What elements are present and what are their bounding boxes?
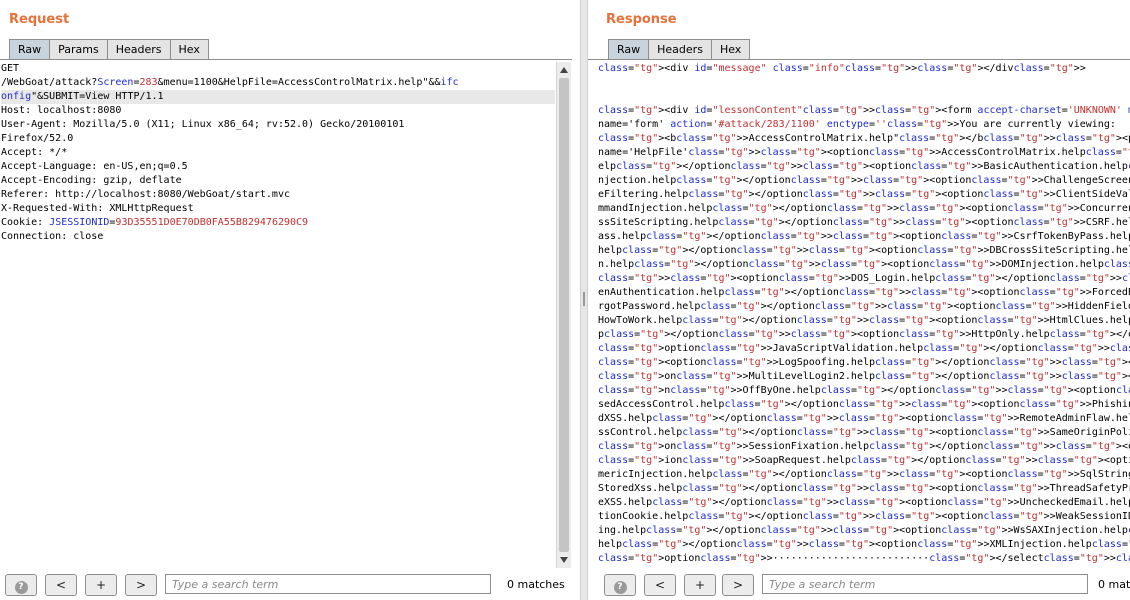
request-scrollbar[interactable] xyxy=(556,62,571,568)
request-line: GET xyxy=(1,63,20,74)
add-button[interactable]: + xyxy=(85,574,117,596)
request-pane: Request Raw Params Headers Hex GET/WebGo… xyxy=(0,0,580,600)
request-line: /WebGoat/attack?Screen=283&menu=1100&Hel… xyxy=(1,77,459,88)
response-line: pclass="tg"></optionclass="tg">>class="t… xyxy=(598,329,1130,340)
help-icon: ? xyxy=(613,581,627,594)
response-title: Response xyxy=(606,12,677,27)
response-line: class="tg"><div id="lessonContent"class=… xyxy=(598,105,1130,116)
response-editor[interactable]: class="tg"><div id="message" class="info… xyxy=(598,62,1130,566)
response-line: sedAccessControl.helpclass="tg"></option… xyxy=(598,399,1130,410)
response-line: class="tg"><optionclass="tg">>LogSpoofin… xyxy=(598,357,1130,368)
response-line: dXSS.helpclass="tg"></optionclass="tg">>… xyxy=(598,413,1130,424)
scroll-down-icon[interactable] xyxy=(560,557,568,563)
request-line: Referer: http://localhost:8080/WebGoat/s… xyxy=(1,189,290,200)
response-line: class="tg"><bclass="tg">>AccessControlMa… xyxy=(598,133,1130,144)
response-line: ssSiteScripting.helpclass="tg"></optionc… xyxy=(598,217,1130,228)
request-line: Firefox/52.0 xyxy=(1,133,74,144)
add-button[interactable]: + xyxy=(684,574,716,596)
response-pane: Response Raw Headers Hex class="tg"><div… xyxy=(588,0,1130,600)
response-line: class="tg">optionclass="tg">>···········… xyxy=(598,553,1130,564)
request-editor[interactable]: GET/WebGoat/attack?Screen=283&menu=1100&… xyxy=(1,62,555,244)
response-line: class="tg">nclass="tg">>OffByOne.helpcla… xyxy=(598,385,1130,396)
request-tabs: Raw Params Headers Hex xyxy=(9,39,209,59)
response-line: name='HelpFile'class="tg">>class="tg"><o… xyxy=(598,147,1130,158)
tab-headers[interactable]: Headers xyxy=(106,39,171,59)
response-line xyxy=(598,90,1130,104)
response-line: tionCookie.helpclass="tg"></optionclass=… xyxy=(598,511,1130,522)
request-line: Host: localhost:8080 xyxy=(1,105,122,116)
response-line: HowToWork.helpclass="tg"></optionclass="… xyxy=(598,315,1130,326)
help-button[interactable]: ? xyxy=(5,574,37,596)
request-line: User-Agent: Mozilla/5.0 (X11; Linux x86_… xyxy=(1,119,405,130)
tab-hex[interactable]: Hex xyxy=(710,39,751,59)
response-tabs: Raw Headers Hex xyxy=(608,39,751,59)
response-line: njection.helpclass="tg"></optionclass="t… xyxy=(598,175,1130,186)
request-line: Accept: */* xyxy=(1,147,68,158)
tab-params[interactable]: Params xyxy=(49,39,108,59)
response-line: mmandInjection.helpclass="tg"></optioncl… xyxy=(598,203,1130,214)
response-line: class="tg">optionclass="tg">>JavaScriptV… xyxy=(598,343,1130,354)
response-line: eFiltering.helpclass="tg"></optionclass=… xyxy=(598,189,1130,200)
previous-button[interactable]: < xyxy=(644,574,676,596)
response-line: class="tg">>class="tg"><optionclass="tg"… xyxy=(598,273,1130,284)
response-line: name='form' action='#attack/283/1100' en… xyxy=(598,119,1116,130)
response-line: elpclass="tg"></optionclass="tg">>class=… xyxy=(598,161,1130,172)
tab-hex[interactable]: Hex xyxy=(169,39,209,59)
next-button[interactable]: > xyxy=(125,574,157,596)
response-line: class="tg"><div id="message" class="info… xyxy=(598,63,1086,74)
response-line: ass.helpclass="tg"></optionclass="tg">>c… xyxy=(598,231,1130,242)
tab-raw[interactable]: Raw xyxy=(608,39,650,59)
previous-button[interactable]: < xyxy=(45,574,77,596)
response-line: mericInjection.helpclass="tg"></optioncl… xyxy=(598,469,1130,480)
response-line: class="tg">ionclass="tg">>SoapRequest.he… xyxy=(598,455,1130,466)
request-line: X-Requested-With: XMLHttpRequest xyxy=(1,203,194,214)
scroll-up-icon[interactable] xyxy=(560,67,568,73)
response-line: StoredXss.helpclass="tg"></optionclass="… xyxy=(598,483,1130,494)
response-search-bar: ? < + > Type a search term 0 matches xyxy=(604,574,1130,596)
response-line: ssControl.helpclass="tg"></optionclass="… xyxy=(598,427,1130,438)
response-line: class="tg">onclass="tg">>SessionFixation… xyxy=(598,441,1130,452)
request-line: Accept-Language: en-US,en;q=0.5 xyxy=(1,161,188,172)
response-line: n.helpclass="tg"></optionclass="tg">>cla… xyxy=(598,259,1130,270)
match-count: 0 matches xyxy=(507,578,565,591)
response-line: enAuthentication.helpclass="tg"></option… xyxy=(598,287,1130,298)
request-search-bar: ? < + > Type a search term 0 matches xyxy=(5,574,575,596)
response-line: helpclass="tg"></optionclass="tg">>class… xyxy=(598,245,1130,256)
request-line: Connection: close xyxy=(1,231,104,242)
tab-raw[interactable]: Raw xyxy=(9,39,51,59)
response-line xyxy=(598,76,1130,90)
response-line: eXSS.helpclass="tg"></optionclass="tg">>… xyxy=(598,497,1130,508)
request-line: Accept-Encoding: gzip, deflate xyxy=(1,175,182,186)
search-input[interactable]: Type a search term xyxy=(762,574,1088,594)
pane-divider[interactable] xyxy=(580,0,588,600)
grip-icon xyxy=(583,292,585,306)
response-line: helpclass="tg"></optionclass="tg">>class… xyxy=(598,539,1130,550)
request-line: Cookie: JSESSIONID=93D35551D0E70DB0FA55B… xyxy=(1,217,309,228)
search-input[interactable]: Type a search term xyxy=(165,574,491,594)
request-title: Request xyxy=(9,12,70,27)
next-button[interactable]: > xyxy=(722,574,754,596)
response-line: rgotPassword.helpclass="tg"></optionclas… xyxy=(598,301,1130,312)
match-count: 0 matches xyxy=(1098,578,1130,591)
scroll-thumb[interactable] xyxy=(559,78,569,552)
request-line: onfig"&SUBMIT=View HTTP/1.1 xyxy=(1,90,555,104)
help-icon: ? xyxy=(14,581,28,594)
tab-headers[interactable]: Headers xyxy=(648,39,712,59)
response-line: ing.helpclass="tg"></optionclass="tg">>c… xyxy=(598,525,1130,536)
help-button[interactable]: ? xyxy=(604,574,636,596)
response-line: class="tg">onclass="tg">>MultiLevelLogin… xyxy=(598,371,1130,382)
